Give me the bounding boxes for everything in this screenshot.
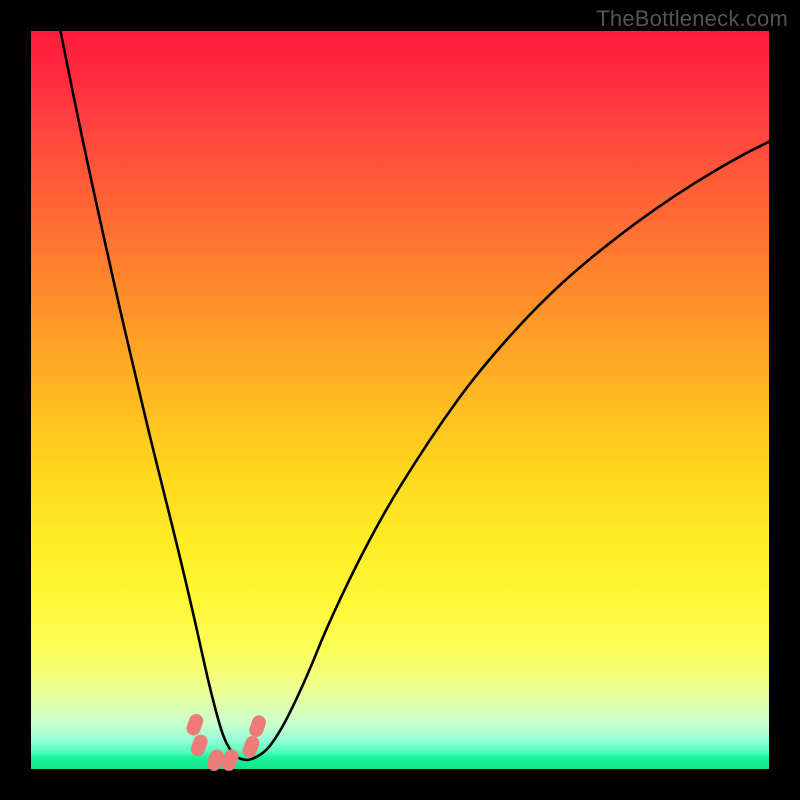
watermark-text: TheBottleneck.com [596, 6, 788, 32]
marker-lozenge [189, 733, 210, 758]
chart-frame: TheBottleneck.com [0, 0, 800, 800]
marker-lozenge [184, 712, 205, 737]
bottleneck-curve [61, 31, 769, 760]
marker-lozenge [205, 747, 226, 772]
curve-svg [31, 31, 769, 769]
marker-lozenge [247, 713, 268, 738]
plot-area [31, 31, 769, 769]
marker-lozenge [220, 747, 241, 772]
